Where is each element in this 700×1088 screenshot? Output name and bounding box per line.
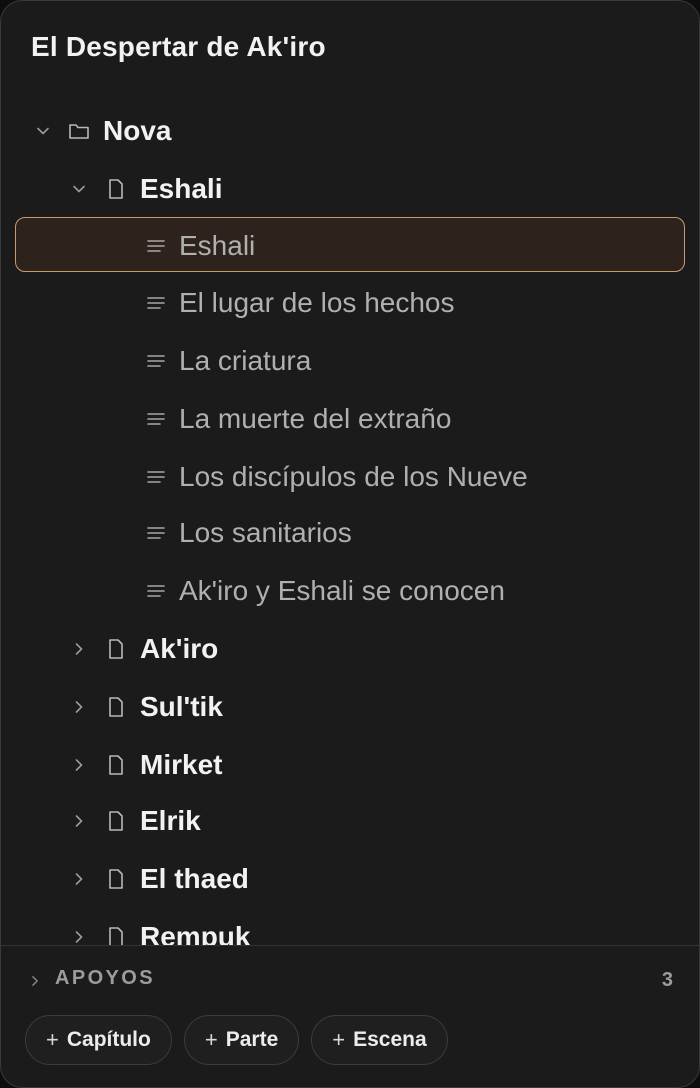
chevron-right-icon[interactable] — [71, 813, 87, 829]
document-icon — [105, 696, 127, 718]
tree-scene-item[interactable]: Ak'iro y Eshali se conocen — [1, 562, 699, 620]
tree-scene-item[interactable]: Eshali — [1, 217, 699, 275]
tree-chapter-label: Elrik — [140, 805, 201, 836]
add-chapter-label: Capítulo — [66, 1028, 151, 1051]
footer-divider — [1, 945, 699, 946]
tree-chapter-label: Eshali — [140, 173, 223, 204]
tree-scene-label: La criatura — [179, 345, 312, 376]
tree-scene-item[interactable]: La muerte del extraño — [1, 390, 699, 448]
tree-scene-item[interactable]: El lugar de los hechos — [1, 274, 699, 332]
tree-scene-label: Ak'iro y Eshali se conocen — [179, 575, 505, 606]
tree-scene-label: La muerte del extraño — [179, 403, 452, 434]
document-icon — [105, 810, 127, 832]
text-lines-icon — [145, 292, 167, 314]
chevron-right-icon[interactable] — [71, 699, 87, 715]
tree-scene-label: El lugar de los hechos — [179, 287, 455, 318]
tree-chapter-item[interactable]: Rempuk — [1, 908, 699, 945]
tree-chapter-label: El thaed — [140, 863, 249, 894]
tree-folder-label: Nova — [103, 115, 172, 146]
tree-chapter-label: Sul'tik — [140, 691, 223, 722]
text-lines-icon — [145, 408, 167, 430]
add-part-label: Parte — [225, 1028, 279, 1051]
chevron-right-icon[interactable] — [71, 929, 87, 945]
tree-chapter-item[interactable]: Mirket — [1, 736, 699, 794]
tree-scene-item[interactable]: Los discípulos de los Nueve — [1, 448, 699, 506]
apoyos-count: 3 — [661, 969, 673, 991]
chevron-right-icon[interactable] — [27, 973, 43, 989]
plus-icon: + — [46, 1027, 59, 1052]
document-icon — [105, 178, 127, 200]
document-icon — [105, 868, 127, 890]
tree-chapter-item[interactable]: Ak'iro — [1, 620, 699, 678]
add-scene-button[interactable]: + Escena — [311, 1015, 448, 1065]
tree-scene-label: Eshali — [179, 230, 256, 261]
text-lines-icon — [145, 580, 167, 602]
add-actions: + Capítulo + Parte + Escena — [25, 1015, 448, 1065]
text-lines-icon — [145, 350, 167, 372]
plus-icon: + — [332, 1027, 346, 1052]
project-title: El Despertar de Ak'iro — [31, 31, 326, 62]
document-icon — [105, 926, 127, 945]
tree-chapter-item[interactable]: El thaed — [1, 850, 699, 908]
text-lines-icon — [145, 522, 167, 544]
tree-scene-label: Los discípulos de los Nueve — [179, 461, 528, 492]
chevron-right-icon[interactable] — [71, 757, 87, 773]
apoyos-label: APOYOS — [55, 967, 155, 989]
tree-scene-label: Los sanitarios — [179, 517, 352, 548]
tree-chapter-item[interactable]: Sul'tik — [1, 678, 699, 736]
add-part-button[interactable]: + Parte — [183, 1015, 300, 1065]
plus-icon: + — [204, 1027, 218, 1052]
chevron-down-icon[interactable] — [35, 123, 51, 139]
tree-chapter-label: Rempuk — [140, 921, 251, 945]
tree-chapter-label: Ak'iro — [140, 633, 219, 664]
folder-icon — [68, 120, 90, 142]
manuscript-tree: Nova Eshali Eshali El lugar de los hecho… — [1, 101, 699, 945]
document-icon — [105, 638, 127, 660]
chevron-right-icon[interactable] — [71, 871, 87, 887]
chevron-down-icon[interactable] — [71, 181, 87, 197]
tree-folder-nova[interactable]: Nova — [1, 102, 699, 160]
add-chapter-button[interactable]: + Capítulo — [25, 1015, 172, 1065]
add-scene-label: Escena — [353, 1028, 427, 1051]
text-lines-icon — [145, 235, 167, 257]
tree-scene-item[interactable]: Los sanitarios — [1, 504, 699, 562]
tree-chapter-eshali[interactable]: Eshali — [1, 160, 699, 218]
text-lines-icon — [145, 466, 167, 488]
document-icon — [105, 754, 127, 776]
tree-chapter-item[interactable]: Elrik — [1, 792, 699, 850]
tree-chapter-label: Mirket — [140, 749, 223, 780]
chevron-right-icon[interactable] — [71, 641, 87, 657]
apoyos-section-toggle[interactable]: APOYOS 3 — [1, 953, 699, 1009]
tree-scene-item[interactable]: La criatura — [1, 332, 699, 390]
sidebar-panel: El Despertar de Ak'iro Nova Eshali Eshal… — [0, 0, 700, 1088]
